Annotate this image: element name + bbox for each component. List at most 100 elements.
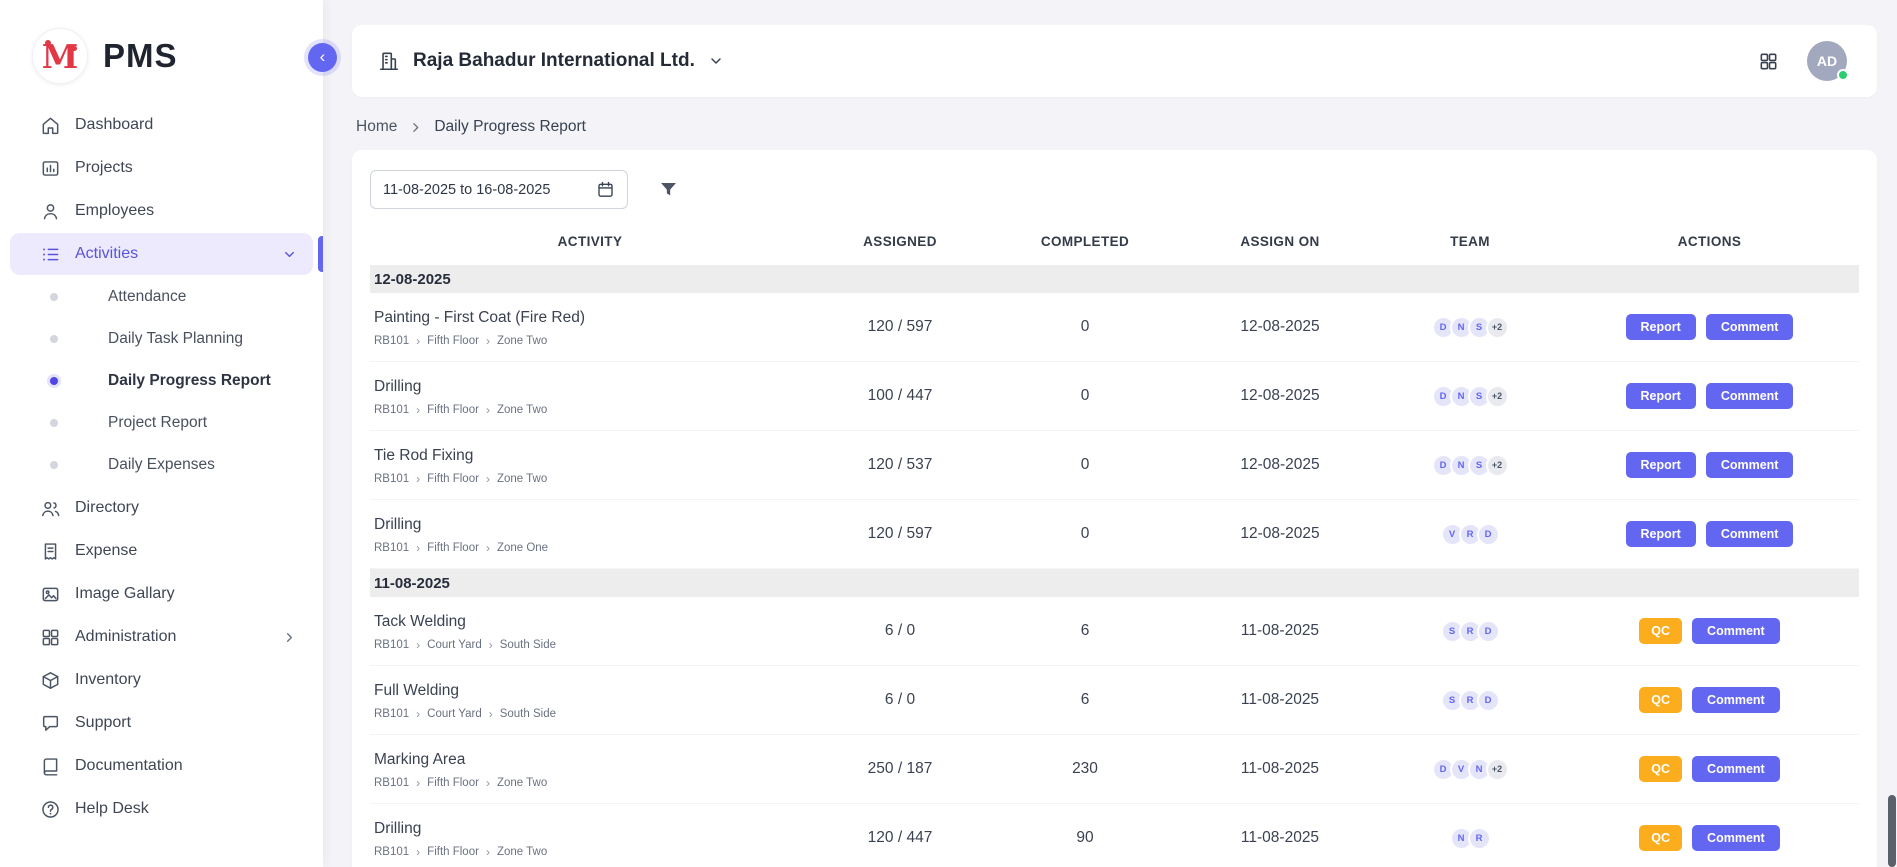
- avatar-initials: AD: [1817, 53, 1837, 69]
- location-segment: RB101: [374, 639, 409, 651]
- home-icon: [40, 115, 61, 136]
- sidebar-item-daily-task-planning[interactable]: Daily Task Planning: [0, 318, 323, 360]
- sidebar-collapse-button[interactable]: ‹: [308, 43, 337, 72]
- comment-button[interactable]: Comment: [1706, 452, 1794, 479]
- location-segment: Zone Two: [497, 335, 547, 347]
- sidebar-item-documentation[interactable]: Documentation: [10, 745, 313, 787]
- location-segment: RB101: [374, 708, 409, 720]
- qc-button[interactable]: QC: [1639, 825, 1682, 852]
- gallery-icon: [40, 584, 61, 605]
- activity-location-path: RB101›Court Yard›South Side: [374, 708, 806, 720]
- qc-button[interactable]: QC: [1639, 687, 1682, 714]
- sidebar-item-help-desk[interactable]: Help Desk: [10, 788, 313, 830]
- sidebar-item-daily-expenses[interactable]: Daily Expenses: [0, 444, 323, 486]
- sidebar-item-image-gallary[interactable]: Image Gallary: [10, 573, 313, 615]
- location-segment: Zone Two: [497, 846, 547, 858]
- expense-icon: [40, 541, 61, 562]
- sidebar-item-project-report[interactable]: Project Report: [0, 402, 323, 444]
- logo-mark-icon: M: [32, 28, 88, 84]
- sidebar-item-support[interactable]: Support: [10, 702, 313, 744]
- date-group-header: 11-08-2025: [370, 569, 1859, 597]
- report-button[interactable]: Report: [1626, 521, 1696, 548]
- actions-cell: Report Comment: [1560, 383, 1859, 410]
- chevron-right-icon: ›: [416, 846, 420, 858]
- activity-row: Marking AreaRB101›Fifth Floor›Zone Two25…: [370, 735, 1859, 804]
- location-segment: Court Yard: [427, 639, 482, 651]
- qc-button[interactable]: QC: [1639, 756, 1682, 783]
- activity-cell: Drilling RB101›Fifth Floor›Zone Two: [370, 367, 810, 425]
- comment-button[interactable]: Comment: [1706, 383, 1794, 410]
- support-icon: [40, 713, 61, 734]
- activity-location-path: RB101›Fifth Floor›Zone Two: [374, 335, 806, 347]
- sidebar-item-projects[interactable]: Projects: [10, 147, 313, 189]
- helpdesk-icon: [40, 799, 61, 820]
- app-title: PMS: [103, 37, 178, 75]
- assigned-cell: 100 / 447: [810, 387, 990, 405]
- assign-on-cell: 11-08-2025: [1180, 622, 1380, 640]
- qc-button[interactable]: QC: [1639, 618, 1682, 645]
- company-selector[interactable]: Raja Bahadur International Ltd.: [378, 50, 724, 72]
- comment-button[interactable]: Comment: [1692, 825, 1780, 852]
- report-button[interactable]: Report: [1626, 383, 1696, 410]
- activity-cell: Tie Rod FixingRB101›Fifth Floor›Zone Two: [370, 436, 810, 494]
- apps-grid-icon[interactable]: [1758, 51, 1779, 72]
- location-segment: RB101: [374, 542, 409, 554]
- completed-cell: 0: [990, 318, 1180, 336]
- report-button[interactable]: Report: [1626, 452, 1696, 479]
- directory-icon: [40, 498, 61, 519]
- chevron-right-icon: ›: [489, 639, 493, 651]
- assigned-cell: 250 / 187: [810, 760, 990, 778]
- date-range-input[interactable]: 11-08-2025 to 16-08-2025: [370, 170, 628, 209]
- activity-location-path: RB101›Fifth Floor›Zone Two: [374, 777, 806, 789]
- column-header-actions: ACTIONS: [1560, 234, 1859, 249]
- sidebar-item-label: Activities: [75, 245, 138, 263]
- sidebar-item-daily-progress-report[interactable]: Daily Progress Report: [0, 360, 323, 402]
- comment-button[interactable]: Comment: [1706, 314, 1794, 341]
- sidebar-item-expense[interactable]: Expense: [10, 530, 313, 572]
- activity-name: Drilling: [374, 378, 806, 396]
- sidebar-item-dashboard[interactable]: Dashboard: [10, 104, 313, 146]
- sidebar-item-label: Help Desk: [75, 800, 149, 818]
- team-cell: DNS+2: [1380, 316, 1560, 339]
- comment-button[interactable]: Comment: [1692, 687, 1780, 714]
- sidebar-item-directory[interactable]: Directory: [10, 487, 313, 529]
- sidebar-item-employees[interactable]: Employees: [10, 190, 313, 232]
- location-segment: Fifth Floor: [427, 335, 479, 347]
- comment-button[interactable]: Comment: [1706, 521, 1794, 548]
- bullet-dot-icon: [50, 377, 58, 385]
- activity-location-path: RB101›Fifth Floor›Zone Two: [374, 404, 806, 416]
- location-segment: RB101: [374, 335, 409, 347]
- comment-button[interactable]: Comment: [1692, 756, 1780, 783]
- location-segment: Fifth Floor: [427, 542, 479, 554]
- table-header-row: ACTIVITY ASSIGNED COMPLETED ASSIGN ON TE…: [370, 217, 1859, 265]
- assign-on-cell: 12-08-2025: [1180, 387, 1380, 405]
- actions-cell: Report Comment: [1560, 521, 1859, 548]
- column-header-completed: COMPLETED: [990, 234, 1180, 249]
- user-avatar[interactable]: AD: [1807, 41, 1847, 81]
- sidebar-item-activities[interactable]: Activities: [10, 233, 313, 275]
- group-date: 11-08-2025: [374, 575, 450, 592]
- completed-cell: 6: [990, 622, 1180, 640]
- comment-button[interactable]: Comment: [1692, 618, 1780, 645]
- chevron-right-icon: ›: [489, 708, 493, 720]
- sidebar-item-administration[interactable]: Administration: [10, 616, 313, 658]
- sidebar-item-label: Inventory: [75, 671, 141, 689]
- activity-name: Tack Welding: [374, 613, 806, 631]
- filter-bar: 11-08-2025 to 16-08-2025: [370, 170, 1859, 209]
- vertical-scrollbar[interactable]: [1888, 795, 1896, 867]
- activity-row: Full WeldingRB101›Court Yard›South Side6…: [370, 666, 1859, 735]
- activity-cell: Full WeldingRB101›Court Yard›South Side: [370, 671, 810, 729]
- chevron-right-icon: ›: [416, 708, 420, 720]
- top-header: Raja Bahadur International Ltd. AD: [352, 25, 1877, 97]
- chevron-right-icon: ›: [416, 777, 420, 789]
- breadcrumb-home-link[interactable]: Home: [356, 118, 397, 136]
- sidebar-item-attendance[interactable]: Attendance: [0, 276, 323, 318]
- sidebar-item-label: Image Gallary: [75, 585, 175, 603]
- activity-name: Drilling: [374, 516, 806, 534]
- location-segment: Court Yard: [427, 708, 482, 720]
- report-button[interactable]: Report: [1626, 314, 1696, 341]
- sidebar-item-inventory[interactable]: Inventory: [10, 659, 313, 701]
- assign-on-cell: 12-08-2025: [1180, 456, 1380, 474]
- filter-funnel-icon[interactable]: [658, 179, 679, 200]
- logo-letter: M: [42, 40, 79, 73]
